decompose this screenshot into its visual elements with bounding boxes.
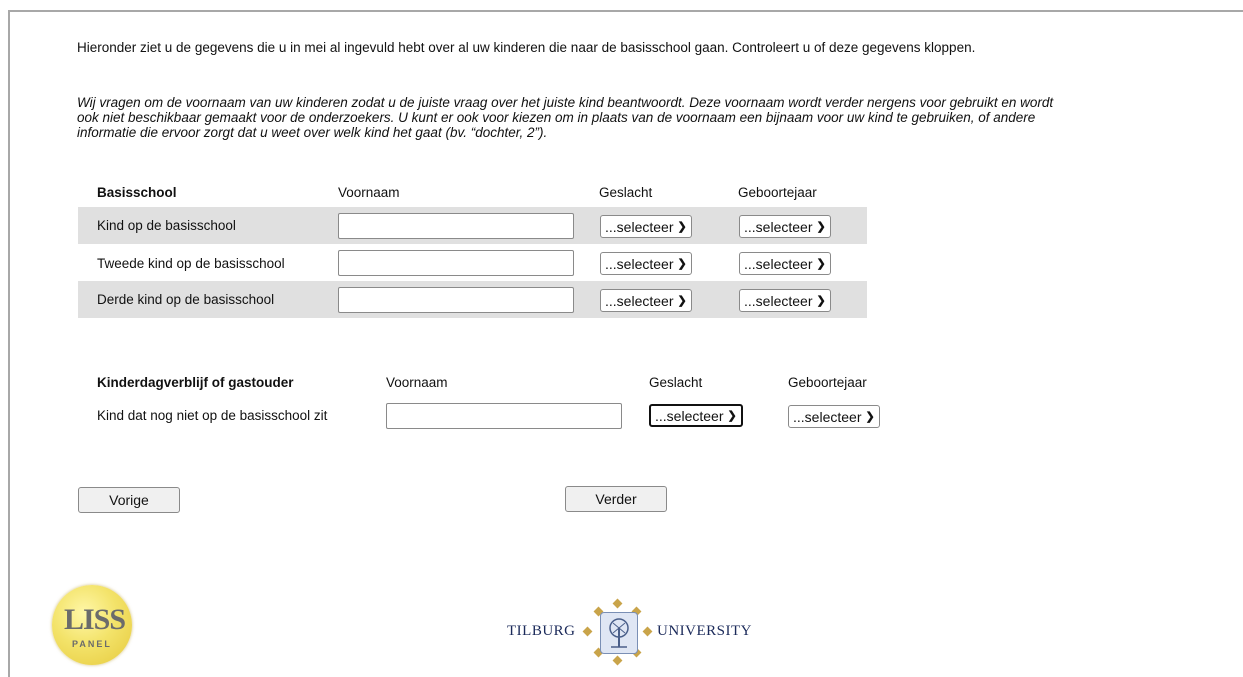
row-label-kind-2: Tweede kind op de basisschool xyxy=(97,256,285,271)
basisschool-col-geboortejaar: Geboortejaar xyxy=(738,185,817,200)
chevron-down-icon: ❯ xyxy=(816,221,826,233)
tilburg-university-logo: TILBURG UNIVERSITY xyxy=(507,597,767,669)
row-label-kind-1: Kind op de basisschool xyxy=(97,218,236,233)
verder-button[interactable]: Verder xyxy=(565,486,667,512)
kinderdagverblijf-col-geslacht: Geslacht xyxy=(649,375,703,390)
voornaam-input-kind-3[interactable] xyxy=(338,287,574,313)
vorige-button[interactable]: Vorige xyxy=(78,487,180,513)
intro-text: Hieronder ziet u de gegevens die u in me… xyxy=(77,40,976,55)
select-value: ...selecteer xyxy=(605,218,674,235)
voornaam-input-kind-2[interactable] xyxy=(338,250,574,276)
geslacht-select-kind-2[interactable]: ...selecteer ❯ xyxy=(600,252,692,275)
university-seal-icon xyxy=(600,612,638,654)
window-border-top xyxy=(8,10,1243,12)
select-value: ...selecteer xyxy=(744,292,813,309)
liss-panel-logo: LISS PANEL xyxy=(52,585,132,665)
chevron-down-icon: ❯ xyxy=(816,295,826,307)
intro-explanation: Wij vragen om de voornaam van uw kindere… xyxy=(77,95,1054,140)
diamond-icon xyxy=(582,626,593,637)
basisschool-col-voornaam: Voornaam xyxy=(338,185,400,200)
tilburg-logo-left-text: TILBURG xyxy=(507,623,576,639)
geslacht-select-kinderdagverblijf[interactable]: ...selecteer ❯ xyxy=(649,404,743,427)
tilburg-logo-right-text: UNIVERSITY xyxy=(657,623,752,639)
chevron-down-icon: ❯ xyxy=(865,411,875,423)
basisschool-col-geslacht: Geslacht xyxy=(599,185,653,200)
diamond-icon xyxy=(612,598,623,609)
chevron-down-icon: ❯ xyxy=(816,258,826,270)
geslacht-select-kind-1[interactable]: ...selecteer ❯ xyxy=(600,215,692,238)
geboortejaar-select-kind-3[interactable]: ...selecteer ❯ xyxy=(739,289,831,312)
voornaam-input-kinderdagverblijf[interactable] xyxy=(386,403,622,429)
geboortejaar-select-kind-1[interactable]: ...selecteer ❯ xyxy=(739,215,831,238)
window-border-left xyxy=(8,10,10,677)
chevron-down-icon: ❯ xyxy=(677,221,687,233)
select-value: ...selecteer xyxy=(605,292,674,309)
geslacht-select-kind-3[interactable]: ...selecteer ❯ xyxy=(600,289,692,312)
kinderdagverblijf-heading: Kinderdagverblijf of gastouder xyxy=(97,375,294,390)
select-value: ...selecteer xyxy=(793,408,862,425)
select-value: ...selecteer xyxy=(655,407,724,424)
kinderdagverblijf-col-geboortejaar: Geboortejaar xyxy=(788,375,867,390)
row-label-kind-3: Derde kind op de basisschool xyxy=(97,292,275,307)
select-value: ...selecteer xyxy=(744,218,813,235)
tree-icon xyxy=(609,618,629,648)
basisschool-heading: Basisschool xyxy=(97,185,177,200)
liss-logo-subtext: PANEL xyxy=(72,639,112,649)
select-value: ...selecteer xyxy=(744,255,813,272)
voornaam-input-kind-1[interactable] xyxy=(338,213,574,239)
chevron-down-icon: ❯ xyxy=(727,410,737,422)
liss-logo-text: LISS xyxy=(64,603,126,636)
kinderdagverblijf-col-voornaam: Voornaam xyxy=(386,375,448,390)
geboortejaar-select-kinderdagverblijf[interactable]: ...selecteer ❯ xyxy=(788,405,880,428)
diamond-icon xyxy=(642,626,653,637)
chevron-down-icon: ❯ xyxy=(677,258,687,270)
select-value: ...selecteer xyxy=(605,255,674,272)
diamond-icon xyxy=(612,655,623,666)
geboortejaar-select-kind-2[interactable]: ...selecteer ❯ xyxy=(739,252,831,275)
chevron-down-icon: ❯ xyxy=(677,295,687,307)
row-label-kind-niet-basisschool: Kind dat nog niet op de basisschool zit xyxy=(97,408,328,423)
